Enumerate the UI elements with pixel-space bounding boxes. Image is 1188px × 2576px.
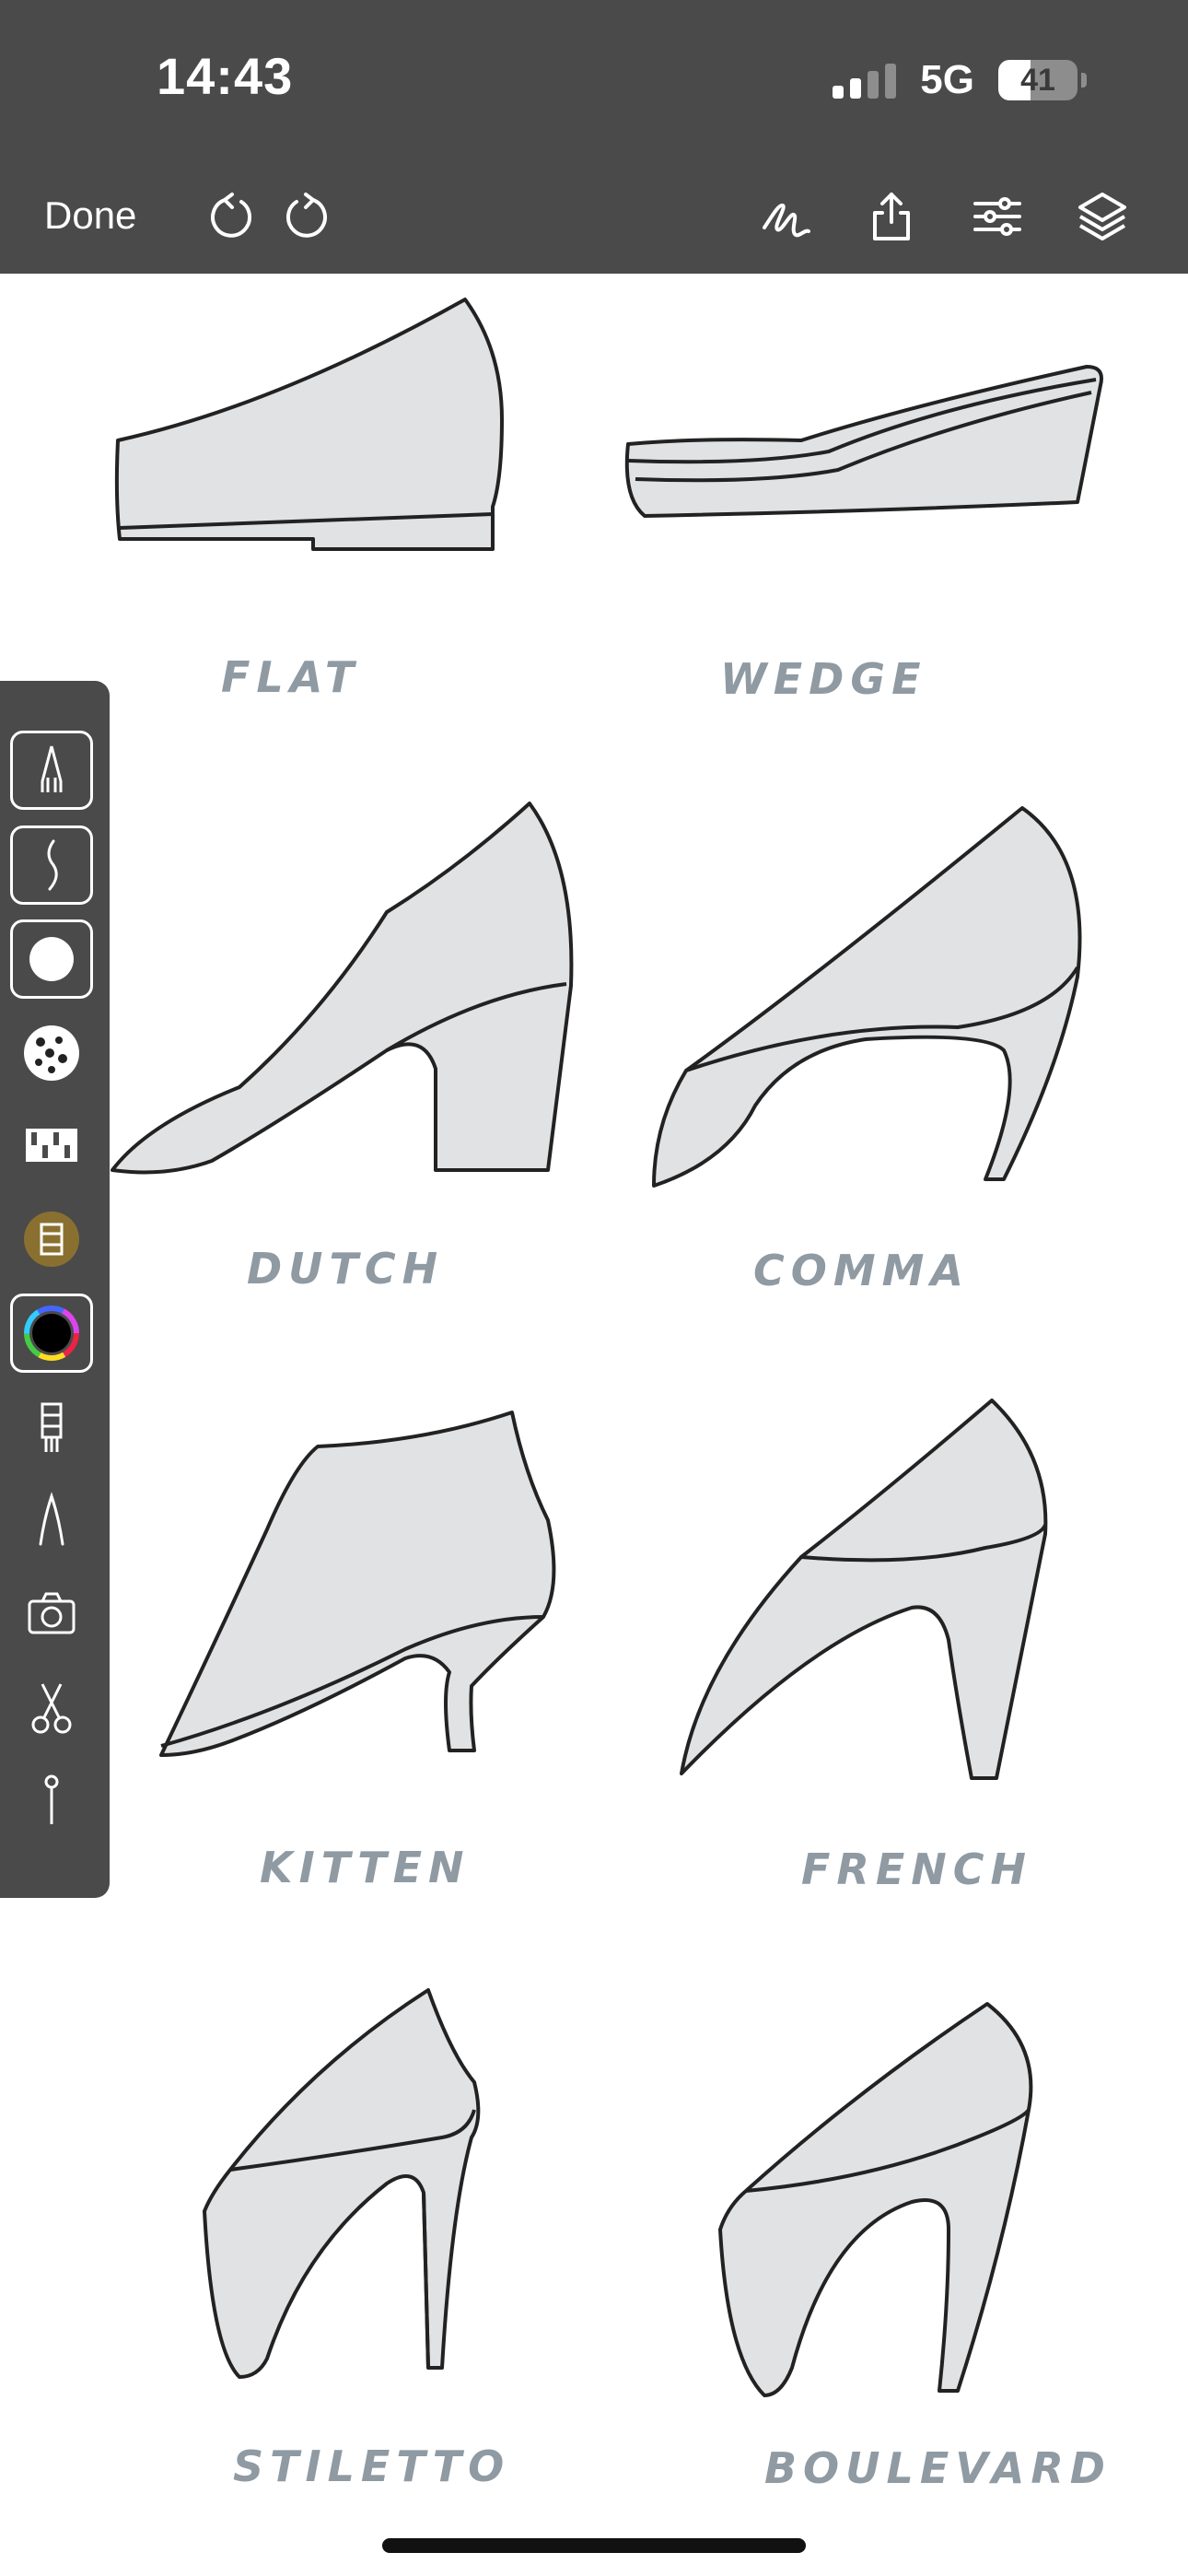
- done-button[interactable]: Done: [44, 193, 136, 238]
- label-comma: COMMA: [753, 1246, 971, 1295]
- home-indicator[interactable]: [382, 2538, 806, 2553]
- brush-size-icon[interactable]: [10, 919, 93, 999]
- share-icon[interactable]: [864, 189, 919, 244]
- shoe-dutch: [111, 802, 574, 1175]
- label-french: FRENCH: [801, 1844, 1033, 1894]
- pattern-icon[interactable]: [10, 1106, 93, 1185]
- battery-icon: 41: [998, 60, 1077, 100]
- shoe-boulevard: [718, 2002, 1033, 2397]
- canvas-drawing[interactable]: [0, 274, 1188, 2522]
- status-time: 14:43: [157, 47, 294, 105]
- scissors-icon[interactable]: [10, 1669, 93, 1748]
- layers-icon[interactable]: [1075, 189, 1130, 244]
- undo-icon[interactable]: [204, 189, 260, 244]
- label-kitten: KITTEN: [260, 1843, 471, 1892]
- battery-tip: [1081, 73, 1087, 88]
- status-indicators: 5G 41: [833, 57, 1087, 103]
- tool-palette: [0, 681, 110, 1898]
- pen-tool-icon[interactable]: [10, 731, 93, 810]
- color-picker-icon[interactable]: [10, 1294, 93, 1373]
- nib-icon[interactable]: [10, 1481, 93, 1560]
- pin-icon[interactable]: [10, 1761, 93, 1840]
- camera-icon[interactable]: [10, 1575, 93, 1654]
- adjustments-icon[interactable]: [970, 189, 1025, 244]
- shoe-kitten: [159, 1411, 556, 1757]
- stroke-curve-icon[interactable]: [10, 825, 93, 905]
- ruler-icon[interactable]: [10, 1388, 93, 1468]
- shoe-stiletto: [203, 1988, 481, 2379]
- label-wedge: WEDGE: [720, 654, 927, 704]
- signal-icon: [833, 62, 897, 99]
- redo-icon[interactable]: [278, 189, 333, 244]
- brush-icon[interactable]: [759, 189, 814, 244]
- label-boulevard: BOULEVARD: [764, 2443, 1112, 2493]
- shoe-french: [680, 1399, 1048, 1780]
- label-dutch: DUTCH: [247, 1244, 445, 1294]
- top-bar: 14:43 5G 41 Done: [0, 0, 1188, 274]
- network-type: 5G: [920, 57, 974, 102]
- fill-icon[interactable]: [10, 1200, 93, 1279]
- shoe-flat: [114, 298, 504, 551]
- shoe-wedge: [624, 365, 1103, 518]
- label-stiletto: STILETTO: [233, 2441, 511, 2491]
- battery-level: 41: [1020, 62, 1055, 98]
- shoe-comma: [652, 806, 1082, 1188]
- label-flat: FLAT: [221, 652, 361, 702]
- texture-brush-icon[interactable]: [10, 1013, 93, 1093]
